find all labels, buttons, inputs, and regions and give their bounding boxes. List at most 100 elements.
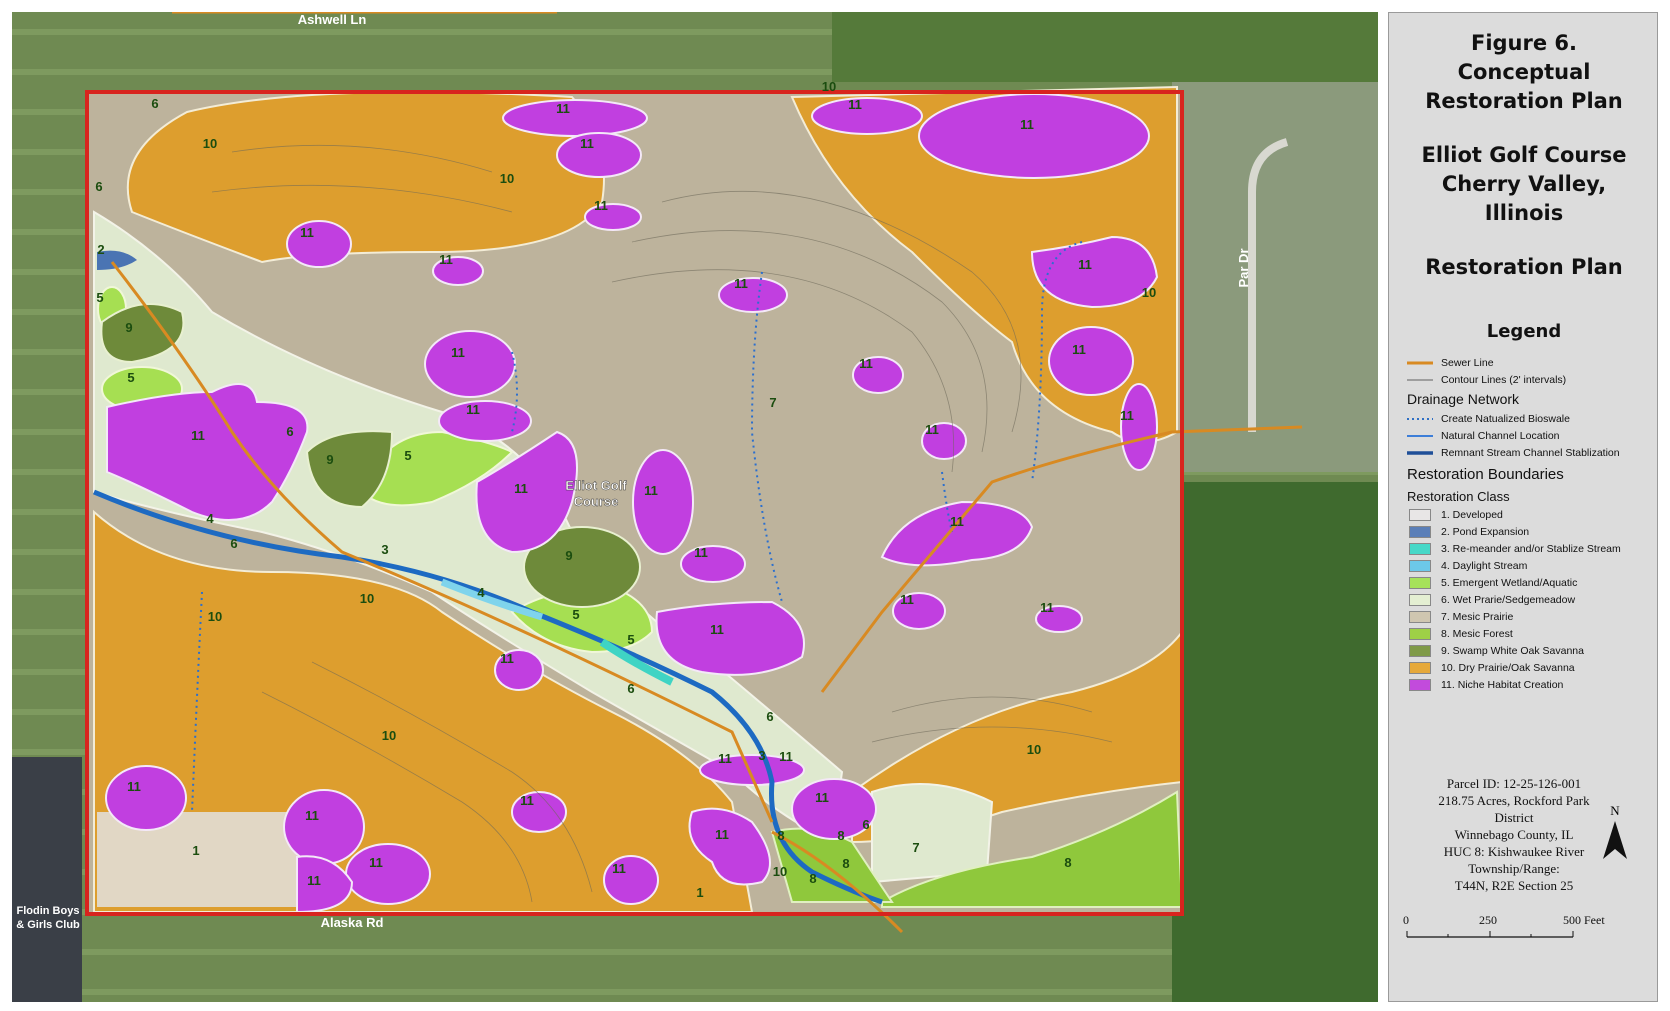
zone-label: 11: [127, 779, 141, 794]
legend-class-item: 8. Mesic Forest: [1407, 626, 1513, 642]
site-title: Elliot Golf Course Cherry Valley, Illinois: [1421, 143, 1627, 225]
zone-label: 11: [1078, 257, 1092, 272]
restoration-map[interactable]: 6106101111111111101111259511111110111171…: [12, 12, 1378, 1002]
plan-title: Restoration Plan: [1425, 255, 1623, 279]
legend-drainage-item: Create Natualized Bioswale: [1407, 411, 1570, 427]
zone-label: 11: [191, 428, 205, 443]
field-southeast: [1172, 482, 1378, 1002]
zone-label: 6: [286, 424, 293, 439]
zone-label: 11: [612, 861, 626, 876]
neighborhood-east: [1172, 72, 1378, 472]
zone-label: 11: [556, 101, 570, 116]
zone-label: 10: [360, 591, 374, 606]
zone-label: 7: [769, 395, 776, 410]
zone-label: 1: [696, 885, 703, 900]
zone-label: 11: [307, 873, 321, 888]
zone-label: 11: [950, 514, 964, 529]
zone-label: 10: [203, 136, 217, 151]
road-label-bottom: Alaska Rd: [321, 915, 384, 930]
course-label-2: Course: [574, 494, 619, 509]
zone-label: 11: [514, 481, 528, 496]
zone-label: 11: [439, 252, 453, 267]
legend-drainage-item: Remnant Stream Channel Stablization: [1407, 445, 1620, 461]
club-label-1: Flodin Boys: [17, 905, 80, 917]
zone-label: 5: [572, 607, 579, 622]
zone-label: 11: [815, 790, 829, 805]
legend-sewer: Sewer Line: [1407, 357, 1494, 369]
zone-label: 10: [1142, 285, 1156, 300]
zone-label: 4: [477, 585, 485, 600]
zone-label: 11: [1072, 342, 1086, 357]
zone-label: 10: [1027, 742, 1041, 757]
zone-label: 6: [95, 179, 102, 194]
zone-label: 11: [848, 97, 862, 112]
zone-label: 11: [644, 483, 658, 498]
legend-class-item: 2. Pond Expansion: [1407, 524, 1529, 540]
zone-label: 6: [230, 536, 237, 551]
parking-lot: [12, 757, 82, 1002]
zone-label: 10: [208, 609, 222, 624]
road-label-right: Par Dr: [1236, 248, 1251, 287]
legend-class-item: 10. Dry Prairie/Oak Savanna: [1407, 660, 1575, 676]
class-swatch: [1409, 526, 1431, 538]
field-north: [832, 12, 1378, 82]
class-swatch: [1409, 560, 1431, 572]
zone-label: 8: [809, 871, 816, 886]
zone-label: 10: [773, 864, 787, 879]
zone-label: 2: [97, 242, 104, 257]
legend-class-item: 1. Developed: [1407, 507, 1503, 523]
zone-label: 3: [758, 748, 765, 763]
zone-label: 11: [1120, 408, 1134, 423]
zone-label: 8: [777, 828, 784, 843]
drainage-heading: Drainage Network: [1407, 391, 1520, 407]
legend-heading: Legend: [1486, 321, 1562, 342]
zone-label: 8: [842, 856, 849, 871]
class-swatch: [1409, 679, 1431, 691]
course-label-1: Elliot Golf: [565, 478, 627, 493]
zone-label: 11: [500, 651, 514, 666]
zone-label: 10: [500, 171, 514, 186]
zone-label: 5: [627, 632, 634, 647]
zone-label: 11: [718, 751, 732, 766]
legend-class-item: 6. Wet Prarie/Sedgemeadow: [1407, 592, 1575, 608]
zone-label: 6: [151, 96, 158, 111]
figure-title: Figure 6. Conceptual Restoration Plan: [1425, 31, 1623, 113]
zone-label: 9: [565, 548, 572, 563]
drainage-line-icon: [1407, 429, 1433, 443]
zone-label: 3: [381, 542, 388, 557]
zone-label: 8: [837, 828, 844, 843]
legend-drainage-item: Natural Channel Location: [1407, 428, 1560, 444]
scale-bar: 0 250 500 Feet: [1403, 913, 1643, 943]
legend-class-item: 11. Niche Habitat Creation: [1407, 677, 1563, 693]
zone-label: 11: [451, 345, 465, 360]
boundaries-heading: Restoration Boundaries: [1407, 466, 1564, 483]
class-swatch: [1409, 577, 1431, 589]
drainage-line-icon: [1407, 446, 1433, 460]
road-label-top: Ashwell Ln: [298, 12, 367, 27]
class-heading: Restoration Class: [1407, 489, 1510, 504]
zone-label: 5: [127, 370, 134, 385]
zone-label: 6: [766, 709, 773, 724]
zone-label: 1: [192, 843, 199, 858]
class-swatch: [1409, 611, 1431, 623]
zone-label: 11: [715, 827, 729, 842]
scale-label-0: 0: [1403, 913, 1409, 927]
north-arrow-icon: [1603, 821, 1627, 859]
zone-label: 11: [520, 793, 534, 808]
zone-label: 11: [900, 592, 914, 607]
zone-label: 4: [206, 511, 214, 526]
zone-label: 7: [912, 840, 919, 855]
north-arrow: N: [1595, 803, 1635, 863]
zone-label: 5: [96, 290, 103, 305]
zone-label: 11: [580, 136, 594, 151]
zone-label: 9: [125, 320, 132, 335]
class-swatch: [1409, 628, 1431, 640]
legend-class-item: 7. Mesic Prairie: [1407, 609, 1513, 625]
zone-label: 11: [466, 402, 480, 417]
zone-label: 8: [1064, 855, 1071, 870]
zone-label: 11: [1040, 600, 1054, 615]
zone-label: 11: [594, 198, 608, 213]
zone-label: 11: [925, 422, 939, 437]
north-label: N: [1610, 803, 1620, 818]
class-swatch: [1409, 662, 1431, 674]
